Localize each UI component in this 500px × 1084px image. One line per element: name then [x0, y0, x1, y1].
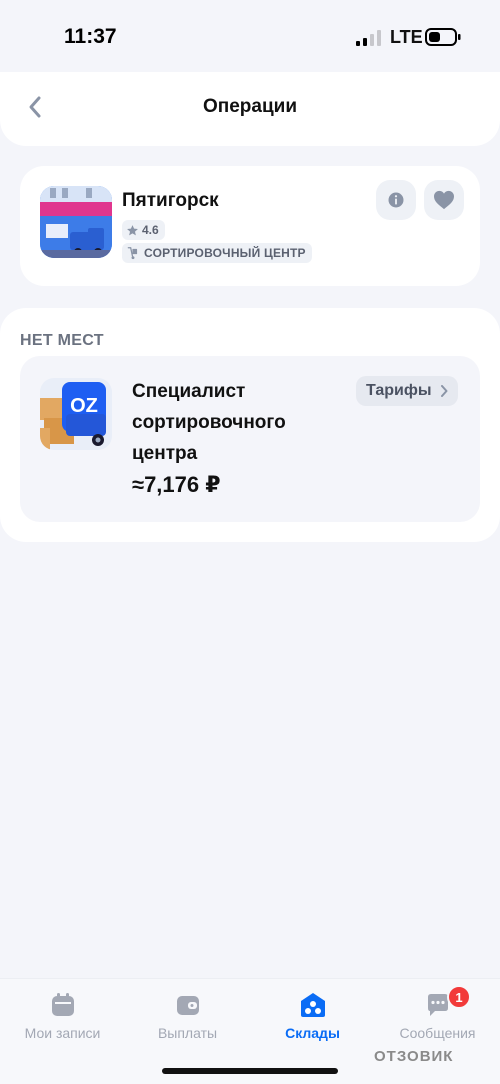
job-card[interactable]: OZ Специалист сортировочного центра ≈7,1…: [20, 356, 480, 522]
job-salary: ≈7,176 ₽: [132, 472, 221, 497]
rating-value: 4.6: [142, 223, 159, 237]
star-icon: [127, 224, 138, 235]
warehouse-card[interactable]: Пятигорск 4.6 СОРТИРОВОЧНЫЙ ЦЕНТР: [20, 166, 480, 286]
hand-truck-icon: [127, 247, 138, 260]
page-title: Операции: [202, 96, 298, 117]
tab-label: Сообщения: [399, 1025, 476, 1041]
home-indicator[interactable]: [162, 1068, 338, 1074]
rating-badge: 4.6: [122, 220, 165, 240]
signal-icon: [356, 30, 381, 46]
warehouses-icon: [300, 993, 325, 1017]
network-type: LTE: [390, 27, 423, 47]
header: Операции: [0, 72, 500, 146]
chevron-right-icon: [440, 385, 448, 397]
status-time: 11:37: [64, 25, 117, 48]
unread-badge: 1: [447, 985, 471, 1009]
info-button[interactable]: [376, 180, 416, 220]
battery-icon: [425, 28, 461, 46]
tab-label: Склады: [285, 1025, 340, 1041]
tab-payments[interactable]: Выплаты: [125, 989, 250, 1049]
tariffs-label: Тарифы: [366, 382, 432, 399]
tariffs-button[interactable]: Тарифы: [356, 376, 458, 406]
job-image: OZ: [40, 378, 112, 450]
tab-messages[interactable]: 1 Сообщения: [375, 985, 500, 1049]
favorite-button[interactable]: [424, 180, 464, 220]
job-title: Специалист сортировочного центра: [132, 381, 286, 464]
wallet-icon: [176, 996, 199, 1015]
warehouse-image: [40, 186, 112, 258]
tab-warehouses[interactable]: Склады: [250, 989, 375, 1049]
no-places-section: НЕТ МЕСТ OZ Специалист сортировочного це…: [0, 308, 500, 542]
calendar-icon: [51, 993, 74, 1016]
status-bar: 11:37 LTE: [0, 0, 500, 72]
warehouse-name: Пятигорск: [122, 190, 219, 211]
tab-label: Выплаты: [157, 1025, 218, 1041]
tab-label: Мои записи: [24, 1025, 101, 1041]
warehouse-type-badge: СОРТИРОВОЧНЫЙ ЦЕНТР: [122, 243, 312, 263]
heart-icon: [434, 190, 454, 210]
section-title: НЕТ МЕСТ: [20, 332, 104, 349]
ozon-logo-text: OZ: [70, 395, 98, 417]
tab-my-records[interactable]: Мои записи: [0, 989, 125, 1049]
watermark: ОТЗОВИК: [374, 1048, 454, 1065]
warehouse-type: СОРТИРОВОЧНЫЙ ЦЕНТР: [144, 246, 306, 260]
info-icon: [388, 192, 404, 208]
